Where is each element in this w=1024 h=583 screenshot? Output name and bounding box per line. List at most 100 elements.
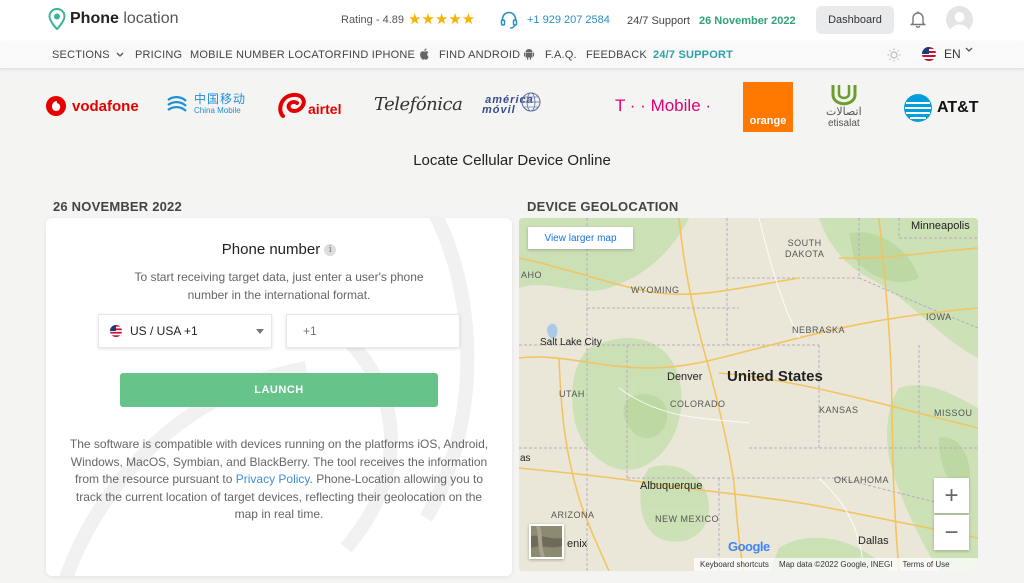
logo-text-rest: location — [123, 10, 179, 27]
t-mobile-logo: T · · Mobile · — [615, 96, 711, 116]
headset-icon — [499, 10, 519, 30]
page-title: Locate Cellular Device Online — [413, 152, 611, 169]
chevron-down-icon — [965, 47, 973, 52]
nav-support[interactable]: 24/7 SUPPORT — [653, 49, 733, 61]
map-city-phoenix: enix — [567, 538, 588, 550]
launch-button[interactable]: LAUNCH — [120, 373, 438, 407]
att-text: AT&T — [937, 99, 979, 116]
bell-icon[interactable] — [908, 9, 928, 29]
map-label-south-dakota: SOUTH DAKOTA — [785, 238, 825, 259]
country-select[interactable]: US / USA +1 — [98, 314, 272, 348]
date-section-title: 26 NOVEMBER 2022 — [53, 199, 182, 214]
support-phone-link[interactable]: +1 929 207 2584 — [527, 14, 610, 26]
nav-pricing[interactable]: PRICING — [135, 49, 182, 61]
theme-toggle-sun-icon[interactable] — [887, 48, 901, 62]
china-mobile-icon — [167, 96, 187, 112]
china-mobile-cn-text: 中国移动 — [194, 92, 247, 106]
view-larger-map-link[interactable]: View larger map — [528, 227, 633, 249]
vodafone-logo: vodafone — [46, 96, 139, 116]
rating-label: Rating - 4.89 — [341, 14, 404, 26]
map-label-united-states: United States — [727, 368, 823, 385]
nav-mobile-locator[interactable]: MOBILE NUMBER LOCATOR — [190, 49, 342, 61]
t-mobile-text: T · · Mobile · — [615, 96, 712, 115]
device-map[interactable]: Minneapolis SOUTH DAKOTA AHO WYOMING IOW… — [519, 218, 978, 571]
dashboard-button[interactable]: Dashboard — [816, 6, 894, 34]
america-movil-logo: américa móvil — [482, 92, 542, 116]
airtel-text: airtel — [308, 101, 342, 117]
nav-feedback[interactable]: FEEDBACK — [586, 49, 647, 61]
att-logo: AT&T — [903, 93, 978, 123]
etisalat-arabic-text: اتصالات — [826, 106, 862, 118]
satellite-view-toggle[interactable] — [529, 524, 564, 559]
nav-find-android[interactable]: FIND ANDROID — [439, 49, 535, 61]
map-label-arizona: ARIZONA — [551, 510, 595, 520]
nav-faq[interactable]: F.A.Q. — [545, 49, 577, 61]
geolocation-section-title: DEVICE GEOLOCATION — [527, 199, 679, 214]
support-label: 24/7 Support — [627, 15, 690, 27]
etisalat-logo: اتصالات etisalat — [826, 82, 862, 129]
map-label-missouri: MISSOU — [934, 408, 973, 418]
etisalat-icon — [831, 85, 857, 106]
airtel-icon — [278, 92, 306, 118]
keyboard-shortcuts-link[interactable]: Keyboard shortcuts — [700, 560, 769, 569]
phone-form-card: Phone number i To start receiving target … — [46, 218, 512, 576]
map-label-wyoming: WYOMING — [631, 285, 680, 295]
map-label-idaho: AHO — [521, 270, 543, 280]
map-city-dallas: Dallas — [858, 535, 889, 547]
nav-sections-label: SECTIONS — [52, 49, 110, 61]
vodafone-icon — [46, 96, 66, 116]
china-mobile-logo: 中国移动 China Mobile — [164, 92, 246, 118]
country-select-value: US / USA +1 — [130, 324, 198, 338]
map-label-utah: UTAH — [559, 389, 585, 399]
nav-find-iphone-label: FIND IPHONE — [342, 49, 416, 61]
header-date: 26 November 2022 — [699, 15, 796, 27]
us-flag-icon — [110, 325, 122, 337]
map-city-denver: Denver — [667, 371, 703, 383]
map-label-kansas: KANSAS — [819, 405, 859, 415]
rating-stars-icon: ★★★★★ — [407, 11, 476, 28]
map-city-las-vegas: as — [520, 453, 531, 464]
map-attribution: Keyboard shortcuts Map data ©2022 Google… — [694, 558, 978, 571]
language-label: EN — [944, 47, 961, 61]
satellite-thumbnail-icon — [531, 526, 562, 557]
zoom-in-button[interactable]: + — [934, 478, 969, 513]
map-label-oklahoma: OKLAHOMA — [834, 475, 890, 485]
map-data-text: Map data ©2022 Google, INEGI — [778, 560, 893, 569]
main-nav: SECTIONS PRICING MOBILE NUMBER LOCATOR F… — [0, 41, 1024, 69]
privacy-policy-link[interactable]: Privacy Policy — [236, 472, 310, 486]
globe-icon — [521, 92, 541, 112]
map-label-minneapolis: Minneapolis — [911, 220, 970, 232]
america-movil-text-2: móvil — [482, 104, 516, 116]
zoom-out-button[interactable]: − — [934, 515, 969, 550]
site-logo[interactable]: Phone location — [48, 7, 179, 31]
china-mobile-en-text: China Mobile — [194, 106, 241, 115]
etisalat-text: etisalat — [827, 118, 860, 129]
map-city-albuquerque: Albuquerque — [640, 480, 703, 492]
android-icon — [524, 49, 535, 60]
google-logo: Google — [728, 539, 770, 554]
logo-text-bold: Phone — [70, 10, 119, 27]
language-selector[interactable]: EN — [922, 47, 973, 61]
chevron-down-icon — [116, 52, 124, 57]
telefonica-text: Telefónica — [374, 94, 463, 115]
phone-number-input[interactable] — [286, 314, 460, 348]
terms-of-use-link[interactable]: Terms of Use — [902, 560, 949, 569]
operator-logos: vodafone 中国移动 China Mobile airtel Telefó… — [0, 78, 1024, 134]
orange-logo: orange — [743, 82, 793, 132]
compatibility-text: The software is compatible with devices … — [64, 436, 494, 524]
form-title: Phone number i — [46, 241, 512, 258]
dropdown-caret-icon — [256, 329, 264, 334]
map-label-new-mexico: NEW MEXICO — [655, 514, 720, 524]
info-icon[interactable]: i — [324, 244, 337, 257]
location-pin-icon — [48, 7, 66, 31]
att-globe-icon — [904, 94, 932, 122]
nav-find-iphone[interactable]: FIND IPHONE — [342, 47, 429, 61]
rating: Rating - 4.89 ★★★★★ — [341, 11, 476, 28]
nav-sections[interactable]: SECTIONS — [52, 49, 124, 61]
telefonica-logo: Telefónica — [374, 94, 463, 115]
form-title-text: Phone number — [221, 241, 321, 258]
map-city-salt-lake: Salt Lake City — [540, 337, 602, 348]
map-label-iowa: IOWA — [926, 312, 952, 322]
user-avatar[interactable] — [946, 6, 973, 33]
nav-find-android-label: FIND ANDROID — [439, 49, 521, 61]
